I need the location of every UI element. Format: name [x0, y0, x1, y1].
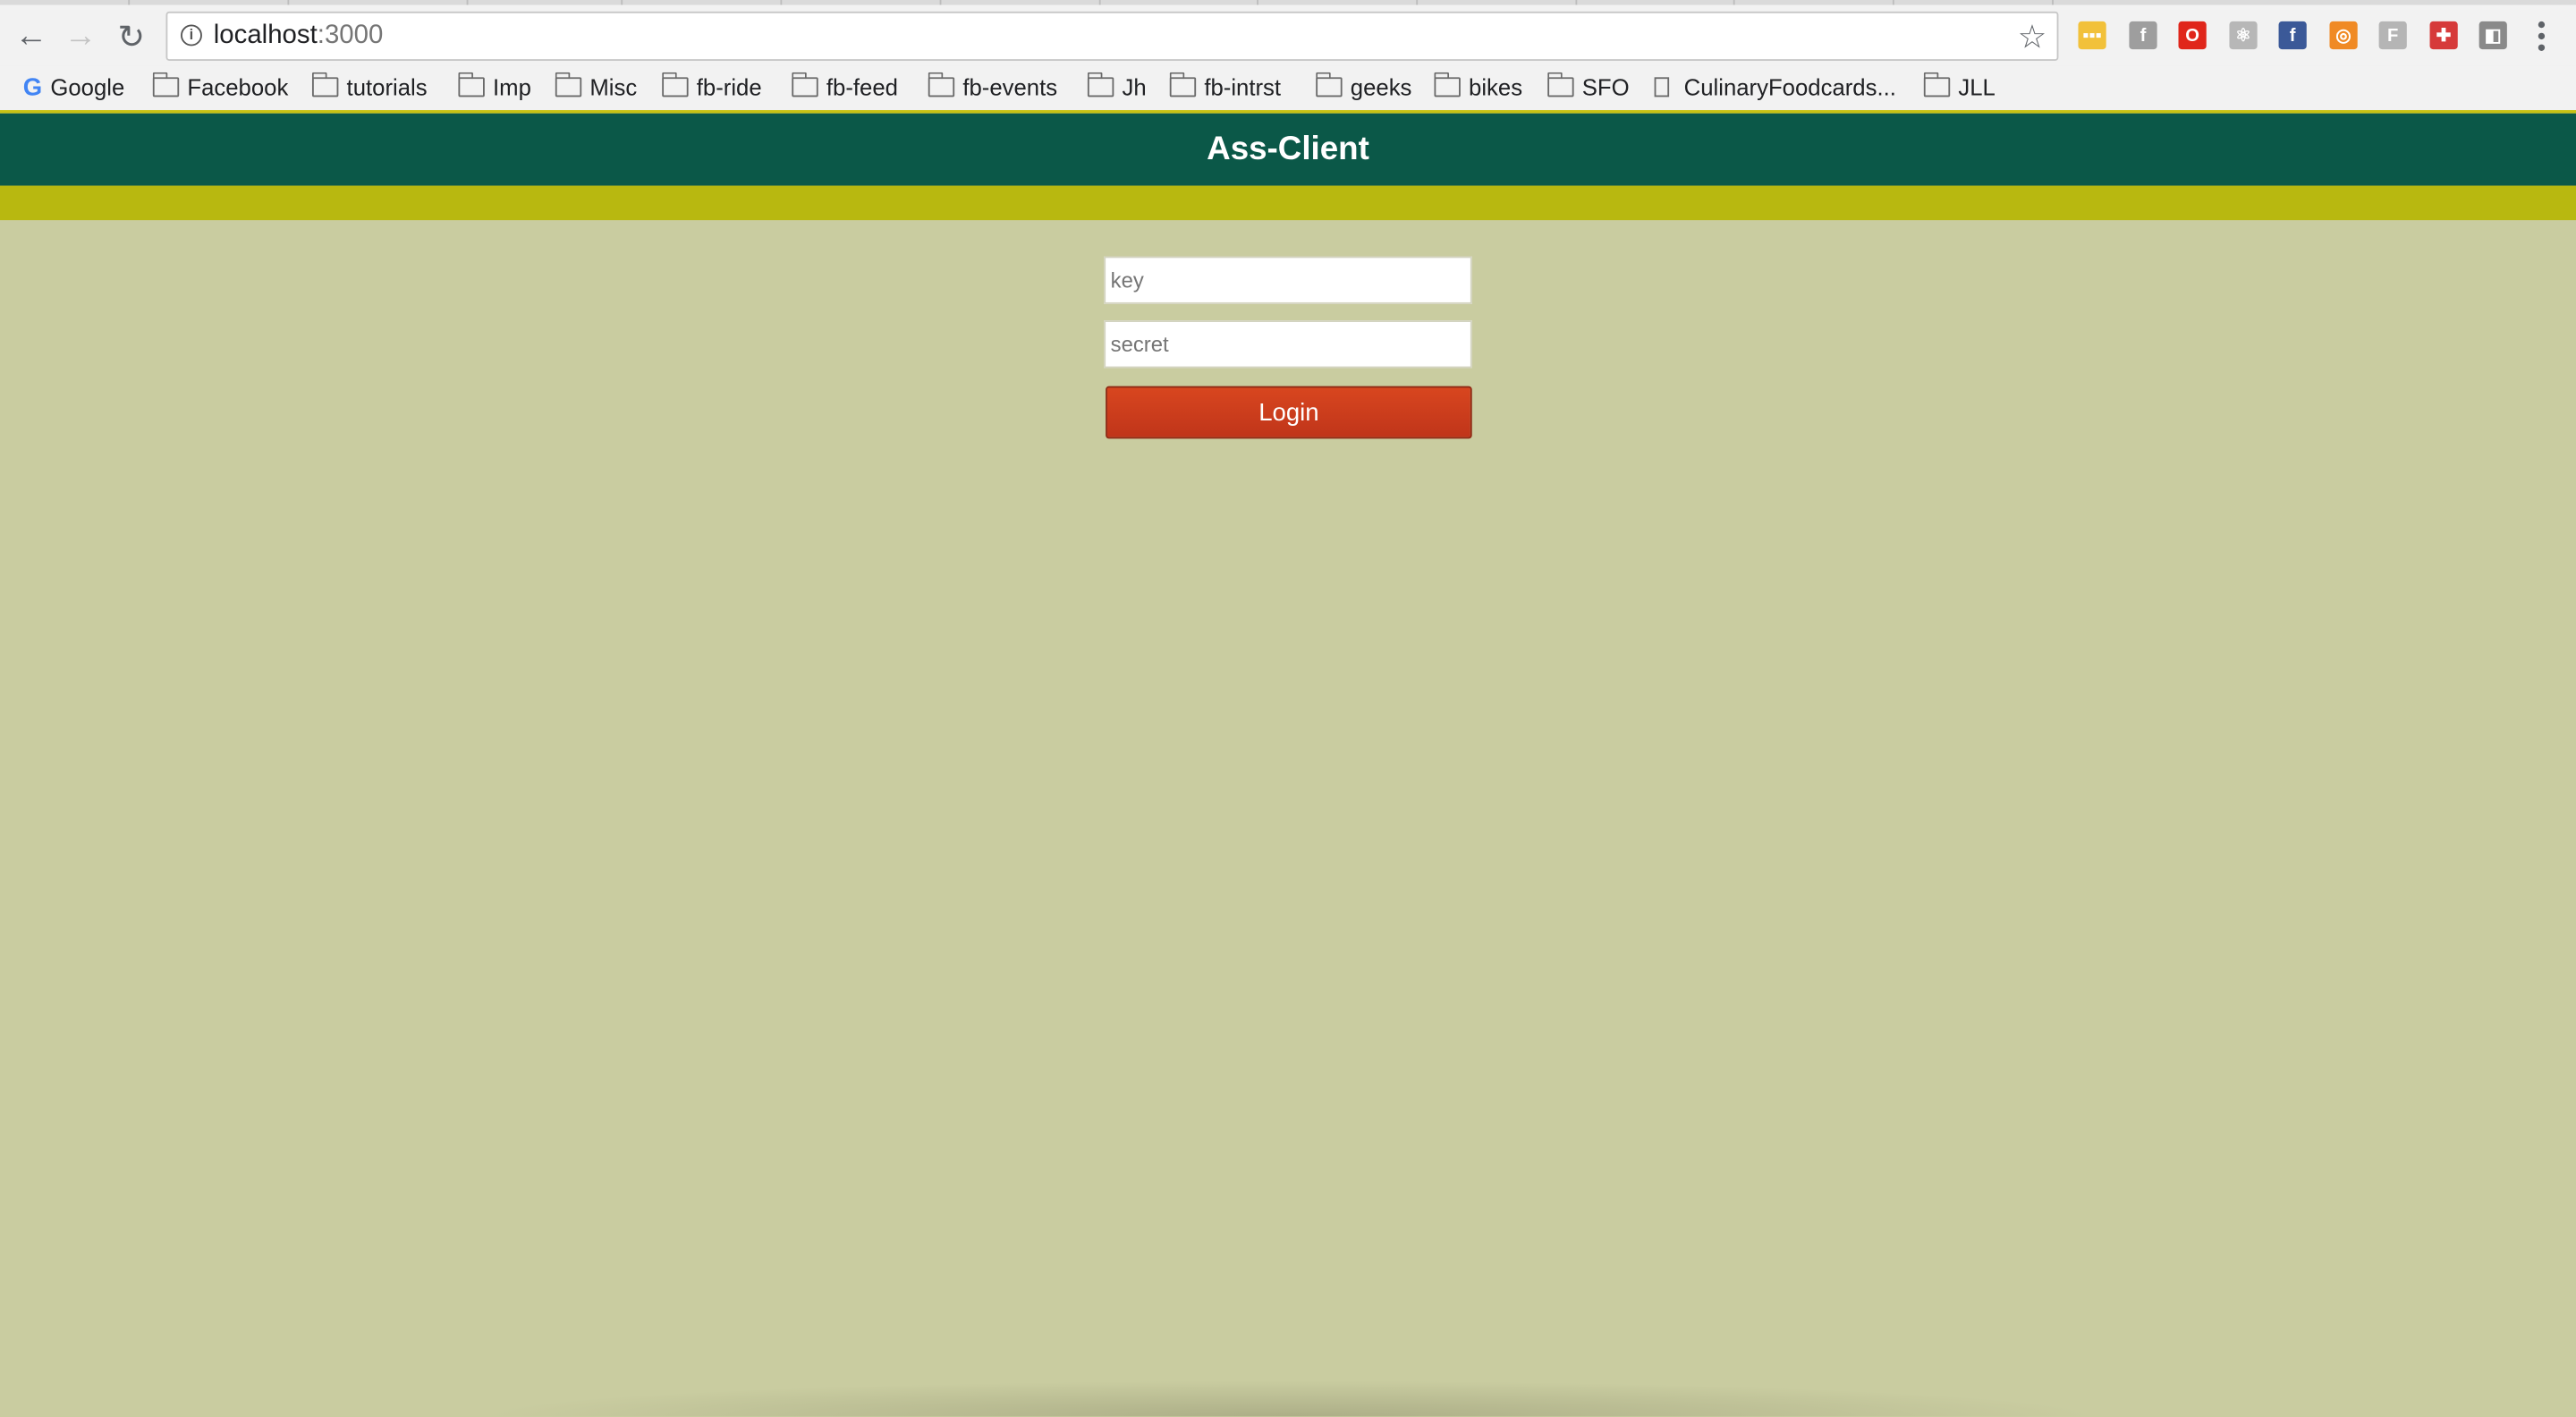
bookmark-fb-intrst[interactable]: fb-intrst	[1169, 71, 1282, 104]
bottom-shadow	[476, 1379, 2104, 1417]
login-button[interactable]: Login	[1106, 386, 1472, 439]
yellow-extension-icon[interactable]: ▪▪▪	[2078, 21, 2106, 50]
folder-icon	[1087, 72, 1114, 98]
app-title: Ass-Client	[1207, 131, 1369, 167]
bookmark-jll[interactable]: JLL	[1923, 71, 1996, 104]
gray-shield-extension-icon[interactable]: ◧	[2479, 21, 2507, 50]
bookmark-label: bikes	[1469, 73, 1523, 101]
folder-icon	[1546, 72, 1574, 98]
facebook-extension-icon[interactable]: f	[2278, 21, 2307, 50]
f-gray-extension-icon[interactable]: F	[2378, 21, 2407, 50]
bookmark-culinaryfoodcards[interactable]: CulinaryFoodcards...	[1654, 71, 1896, 104]
red-cross-extension-icon[interactable]: ✚	[2429, 21, 2458, 50]
bookmark-misc[interactable]: Misc	[555, 71, 637, 104]
app-header: Ass-Client	[0, 113, 2576, 186]
bookmark-label: Google	[50, 73, 125, 101]
secret-input[interactable]	[1104, 320, 1472, 369]
url-host: localhost	[213, 21, 318, 50]
bookmarks-bar: G Google Facebook tutorials Imp Misc fb-ride fb…	[0, 65, 2576, 114]
bookmark-label: CulinaryFoodcards...	[1683, 73, 1896, 101]
browser-toolbar: ← → ↻ i localhost:3000 ☆ ▪▪▪ f O ⚛ f ◎ F ✚ ◧	[0, 4, 2576, 66]
bookmark-label: Imp	[493, 73, 531, 101]
url-text[interactable]: localhost:3000	[214, 21, 384, 51]
bookmark-geeks[interactable]: geeks	[1315, 71, 1412, 104]
google-icon: G	[22, 72, 43, 101]
bookmark-label: fb-feed	[826, 73, 898, 101]
folder-icon	[311, 72, 339, 98]
bookmark-jh[interactable]: Jh	[1087, 71, 1147, 104]
folder-icon	[1433, 72, 1461, 98]
bookmark-star-icon[interactable]: ☆	[2018, 16, 2047, 57]
folder-icon	[928, 72, 955, 98]
bookmark-label: tutorials	[346, 73, 428, 101]
bookmark-sfo[interactable]: SFO	[1546, 71, 1630, 104]
bookmark-tutorials[interactable]: tutorials	[311, 71, 428, 104]
back-arrow-icon[interactable]: ←	[10, 15, 53, 58]
folder-icon	[791, 72, 818, 98]
folder-icon	[457, 72, 485, 98]
folder-icon	[1315, 72, 1343, 98]
react-extension-icon[interactable]: ⚛	[2229, 21, 2258, 50]
folder-icon	[661, 72, 689, 98]
folder-icon	[555, 72, 582, 98]
bookmark-fb-events[interactable]: fb-events	[928, 71, 1057, 104]
bookmark-label: Jh	[1122, 73, 1147, 101]
bookmark-google[interactable]: G Google	[23, 71, 125, 104]
header-accent-bar	[0, 185, 2576, 221]
url-port: :3000	[317, 21, 384, 50]
login-button-label: Login	[1258, 398, 1319, 427]
bookmark-fb-feed[interactable]: fb-feed	[791, 71, 898, 104]
forward-arrow-icon[interactable]: →	[59, 15, 102, 58]
orange-extension-icon[interactable]: ◎	[2329, 21, 2358, 50]
bookmark-label: fb-ride	[696, 73, 762, 101]
facebook-gray-extension-icon[interactable]: f	[2129, 21, 2157, 50]
bookmark-bikes[interactable]: bikes	[1433, 71, 1523, 104]
bookmark-label: geeks	[1350, 73, 1412, 101]
address-bar[interactable]: i localhost:3000 ☆	[165, 11, 2059, 61]
bookmark-label: JLL	[1958, 73, 1996, 101]
page-icon	[1654, 77, 1670, 98]
bookmark-label: Misc	[589, 73, 638, 101]
bookmark-label: SFO	[1581, 73, 1630, 101]
bookmark-label: Facebook	[187, 73, 289, 101]
key-input[interactable]	[1104, 256, 1472, 304]
opera-extension-icon[interactable]: O	[2178, 21, 2207, 50]
reload-icon[interactable]: ↻	[110, 15, 153, 58]
bookmark-label: fb-intrst	[1204, 73, 1282, 101]
folder-icon	[1923, 72, 1951, 98]
browser-menu-icon[interactable]	[2530, 18, 2554, 54]
bookmark-imp[interactable]: Imp	[457, 71, 531, 104]
folder-icon	[1169, 72, 1197, 98]
info-icon[interactable]: i	[181, 24, 202, 47]
bookmark-label: fb-events	[962, 73, 1058, 101]
bookmark-fb-ride[interactable]: fb-ride	[661, 71, 762, 104]
bookmark-facebook[interactable]: Facebook	[152, 71, 289, 104]
folder-icon	[152, 72, 180, 98]
